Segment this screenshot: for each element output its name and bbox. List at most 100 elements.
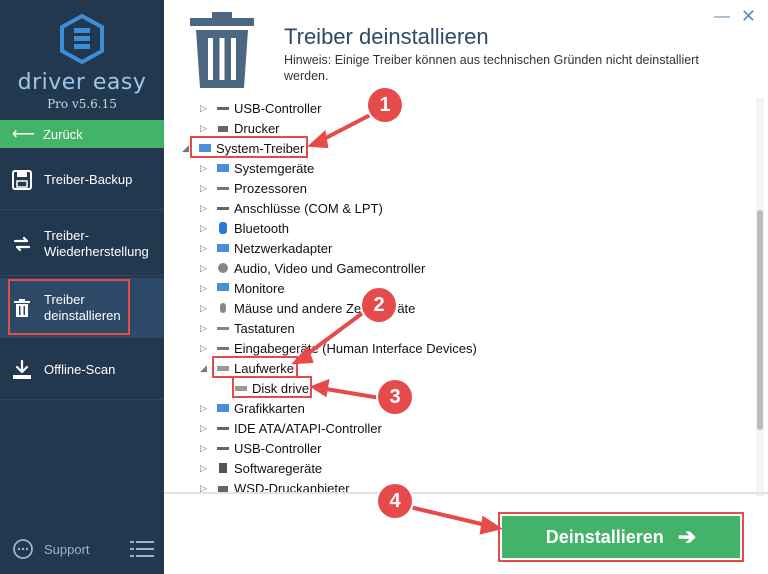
driver-easy-logo-icon (60, 14, 104, 64)
tree-item[interactable]: ▷ Tastaturen (200, 318, 295, 338)
expand-arrow-icon[interactable]: ▷ (200, 403, 210, 414)
hint-text: Hinweis: Einige Treiber können aus techn… (284, 53, 699, 83)
tree-item[interactable]: ▷ Grafikkarten (200, 398, 305, 418)
support-label: Support (44, 541, 90, 557)
label-line-2: Wiederherstellung (44, 243, 149, 259)
expand-arrow-icon[interactable]: ▷ (200, 323, 210, 334)
expand-arrow-icon[interactable]: ▷ (200, 443, 210, 454)
processor-icon (217, 187, 229, 190)
expand-arrow-icon[interactable]: ▷ (200, 303, 210, 314)
chat-bubble-icon (13, 539, 33, 559)
floppy-icon (10, 168, 34, 192)
logo-area: driver easy Pro v5.6.15 (0, 0, 164, 120)
sidebar-item-label: Offline-Scan (44, 362, 116, 377)
system-device-icon (217, 164, 229, 172)
bluetooth-icon (219, 222, 227, 234)
restore-icon (10, 232, 34, 256)
tree-item-label: Tastaturen (234, 320, 295, 336)
expand-arrow-icon[interactable]: ▷ (200, 243, 210, 254)
tree-item[interactable]: ▷ USB-Controller (200, 98, 321, 118)
tree-item-label: Anschlüsse (COM & LPT) (234, 200, 383, 216)
back-button[interactable]: ⟵ Zurück (0, 120, 164, 148)
brand-name: driver easy (17, 70, 147, 95)
tree-item-label: Netzwerkadapter (234, 240, 333, 256)
page-title: Treiber deinstallieren (284, 24, 489, 49)
menu-icon[interactable] (130, 540, 154, 558)
tree-item-label: Grafikkarten (234, 400, 305, 416)
tree-item-label: USB-Controller (234, 440, 322, 456)
sidebar-item-backup[interactable]: Treiber-Backup (0, 150, 164, 210)
tree-item-label: Audio, Video und Gamecontroller (234, 260, 426, 276)
sidebar-item-offline-scan[interactable]: Offline-Scan (0, 340, 164, 400)
header: Treiber deinstallieren Hinweis: Einige T… (164, 0, 768, 100)
sidebar-item-label: Treiber-Backup (44, 172, 133, 187)
sidebar-item-restore[interactable]: Treiber- Wiederherstellung (0, 212, 164, 276)
arrow-left-icon: ⟵ (12, 126, 35, 143)
tree-item[interactable]: ▷ Netzwerkadapter (200, 238, 332, 258)
trash-icon (190, 12, 254, 88)
expand-arrow-icon[interactable]: ▷ (200, 263, 210, 274)
close-button[interactable]: ✕ (741, 6, 756, 27)
mouse-icon (220, 303, 226, 313)
tree-item[interactable]: ▷ Softwaregeräte (200, 458, 322, 478)
uninstall-label: Deinstallieren (545, 526, 664, 547)
expand-arrow-icon[interactable]: ▷ (200, 423, 210, 434)
tree-item[interactable]: ▷ Monitore (200, 278, 285, 298)
tree-item-label: Drucker (234, 120, 280, 136)
expand-arrow-icon[interactable]: ▷ (200, 163, 210, 174)
highlight-box-system-driver (190, 136, 308, 158)
ide-controller-icon (217, 427, 229, 430)
minimize-button[interactable]: — (714, 8, 730, 26)
expand-arrow-icon[interactable]: ▷ (200, 463, 210, 474)
expand-arrow-icon[interactable]: ▷ (200, 123, 210, 134)
software-device-icon (219, 463, 227, 473)
arrow-right-icon: ➔ (677, 524, 697, 549)
tree-item-label: Bluetooth (234, 220, 289, 236)
expand-arrow-icon[interactable]: ▷ (200, 183, 210, 194)
speaker-icon (218, 263, 228, 273)
version-label: Pro v5.6.15 (47, 97, 117, 111)
collapse-arrow-icon[interactable]: ◢ (200, 363, 210, 374)
step-badge-4: 4 (378, 484, 412, 518)
highlight-box-disk-drive (232, 376, 312, 398)
tree-item-label: Softwaregeräte (234, 460, 323, 476)
expand-arrow-icon[interactable]: ▷ (200, 103, 210, 114)
monitor-icon (217, 283, 229, 291)
tree-item[interactable]: ▷ Eingabegeräte (Human Interface Devices… (200, 338, 477, 358)
scrollbar-thumb[interactable] (757, 210, 763, 430)
label-line-1: Treiber- (44, 227, 90, 243)
sidebar-item-label: Treiber- Wiederherstellung (44, 228, 149, 260)
tree-item[interactable]: ▷ Drucker (200, 118, 280, 138)
highlight-box-sidebar (8, 279, 130, 335)
usb-icon (217, 107, 229, 110)
usb-icon (217, 447, 229, 450)
printer-icon (218, 126, 228, 132)
back-label: Zurück (42, 126, 83, 142)
uninstall-button[interactable]: Deinstallieren ➔ (502, 516, 740, 558)
input-device-icon (217, 347, 229, 350)
tree-item[interactable]: ▷ Audio, Video und Gamecontroller (200, 258, 425, 278)
port-icon (217, 207, 229, 210)
step-badge-3: 3 (378, 380, 412, 414)
tree-item[interactable]: ▷ IDE ATA/ATAPI-Controller (200, 418, 382, 438)
tree-item[interactable]: ▷ Bluetooth (200, 218, 289, 238)
tree-item-label: Monitore (234, 280, 285, 296)
download-icon (10, 358, 34, 382)
tree-item[interactable]: ▷ Systemgeräte (200, 158, 314, 178)
tree-item[interactable]: ▷ USB-Controller (200, 438, 321, 458)
tree-item-label: Eingabegeräte (Human Interface Devices) (234, 340, 477, 356)
tree-item-label: USB-Controller (234, 100, 322, 116)
expand-arrow-icon[interactable]: ▷ (200, 203, 210, 214)
expand-arrow-icon[interactable]: ▷ (200, 223, 210, 234)
divider (164, 492, 768, 494)
tree-item-label: IDE ATA/ATAPI-Controller (234, 420, 382, 436)
expand-arrow-icon[interactable]: ▷ (200, 283, 210, 294)
support-link[interactable]: Support (12, 538, 90, 560)
tree-item[interactable]: ▷ Anschlüsse (COM & LPT) (200, 198, 383, 218)
tree-item-label: Systemgeräte (234, 160, 315, 176)
main-panel: Treiber deinstallieren Hinweis: Einige T… (164, 0, 768, 574)
expand-arrow-icon[interactable]: ▷ (200, 343, 210, 354)
tree-item[interactable]: ▷ Prozessoren (200, 178, 307, 198)
step-badge-1: 1 (368, 88, 402, 122)
keyboard-icon (217, 327, 229, 330)
